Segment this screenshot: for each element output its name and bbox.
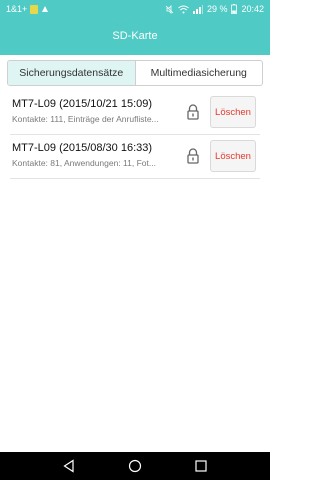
delete-button[interactable]: Löschen [210,96,256,128]
home-icon[interactable] [128,459,142,473]
clock: 20:42 [241,4,264,14]
carrier-label: 1&1+ [6,4,28,14]
delete-button[interactable]: Löschen [210,140,256,172]
status-bar: 1&1+ 29 % 20:42 [0,0,270,18]
list-item[interactable]: MT7-L09 (2015/08/30 16:33) Kontakte: 81,… [10,135,260,179]
lock-icon[interactable] [186,104,200,120]
lock-icon[interactable] [186,148,200,164]
tab-backup-records[interactable]: Sicherungsdatensätze [8,61,136,85]
tab-bar: Sicherungsdatensätze Multimediasicherung [7,60,263,86]
backup-title: MT7-L09 (2015/10/21 15:09) [12,98,153,110]
back-icon[interactable] [62,459,76,473]
page-title: SD-Karte [112,30,158,42]
signal-icon [192,4,203,14]
tab-multimedia-backup[interactable]: Multimediasicherung [136,61,263,85]
wifi-icon [178,5,189,14]
recent-apps-icon[interactable] [194,459,208,473]
mute-icon [165,4,174,14]
backup-summary: Kontakte: 81, Anwendungen: 11, Fot... [12,158,156,168]
backup-summary: Kontakte: 111, Einträge der Anrufliste..… [12,114,159,124]
list-item[interactable]: MT7-L09 (2015/10/21 15:09) Kontakte: 111… [10,91,260,135]
battery-percent: 29 % [206,4,228,14]
backup-list: MT7-L09 (2015/10/21 15:09) Kontakte: 111… [0,91,270,179]
app-header: 1&1+ 29 % 20:42 SD-Karte [0,0,270,55]
backup-title: MT7-L09 (2015/08/30 16:33) [12,142,153,154]
battery-icon [231,4,238,14]
sim-icon [30,4,39,14]
notification-icon [41,5,49,13]
navigation-bar [0,452,270,480]
